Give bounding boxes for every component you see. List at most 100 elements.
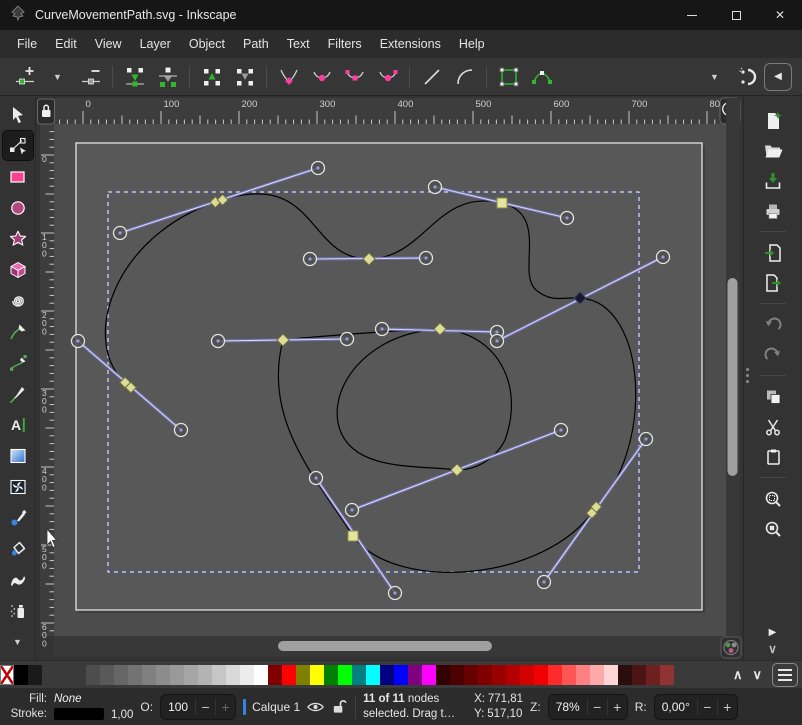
rotation-decrease-button[interactable]: − (697, 699, 717, 715)
color-swatch[interactable] (226, 665, 240, 685)
delete-segment-button[interactable] (228, 62, 261, 92)
menu-extensions[interactable]: Extensions (371, 32, 450, 56)
color-swatch[interactable] (380, 665, 394, 685)
color-swatch[interactable] (576, 665, 590, 685)
tool-ellipse[interactable] (3, 193, 33, 222)
tool-mesh[interactable] (3, 472, 33, 501)
color-swatch[interactable] (492, 665, 506, 685)
color-swatch[interactable] (646, 665, 660, 685)
tool-paint-bucket[interactable] (3, 534, 33, 563)
stroke-color-swatch[interactable] (54, 708, 104, 720)
color-swatch[interactable] (142, 665, 156, 685)
tool-spiral[interactable] (3, 286, 33, 315)
palette-scroll-up-icon[interactable]: ∧ (733, 667, 743, 683)
object-to-path-button[interactable] (492, 62, 525, 92)
tool-node-editor[interactable] (3, 131, 33, 160)
print-button[interactable] (758, 198, 788, 223)
snap-toggle-button[interactable] (731, 62, 764, 92)
layer-name[interactable]: Calque 1 (252, 700, 300, 714)
color-swatch[interactable] (422, 665, 436, 685)
menu-object[interactable]: Object (180, 32, 234, 56)
new-document-button[interactable] (758, 108, 788, 133)
color-swatch[interactable] (618, 665, 632, 685)
color-swatch[interactable] (114, 665, 128, 685)
color-swatch[interactable] (632, 665, 646, 685)
menu-view[interactable]: View (86, 32, 131, 56)
rotation-value[interactable]: 0,00° (655, 700, 697, 714)
menu-help[interactable]: Help (450, 32, 494, 56)
menu-path[interactable]: Path (234, 32, 278, 56)
swatch-none[interactable] (0, 665, 14, 685)
stroke-width-value[interactable]: 1,00 (111, 709, 133, 721)
line-segment-button[interactable] (415, 62, 448, 92)
opacity-value[interactable]: 100 (161, 700, 195, 714)
color-swatch[interactable] (604, 665, 618, 685)
delete-node-button[interactable] (74, 62, 107, 92)
tool-more[interactable]: ▼ (3, 627, 33, 656)
insert-node-button[interactable] (8, 62, 41, 92)
tool-selector[interactable] (3, 100, 33, 129)
tool-pencil[interactable] (3, 317, 33, 346)
minimize-button[interactable] (670, 0, 714, 30)
insert-node-options-button[interactable]: ▼ (41, 62, 74, 92)
rotation-increase-button[interactable]: + (717, 699, 737, 715)
chevron-down-icon[interactable]: ∨ (768, 642, 777, 656)
curve-segment-button[interactable] (448, 62, 481, 92)
color-swatch[interactable] (184, 665, 198, 685)
tool-gradient[interactable] (3, 441, 33, 470)
color-swatch[interactable] (128, 665, 142, 685)
color-swatch[interactable] (408, 665, 422, 685)
color-swatch[interactable] (590, 665, 604, 685)
color-swatch[interactable] (296, 665, 310, 685)
menu-layer[interactable]: Layer (131, 32, 180, 56)
path-node[interactable] (348, 531, 358, 541)
color-swatch[interactable] (28, 665, 42, 685)
smooth-node-button[interactable] (305, 62, 338, 92)
stroke-to-path-button[interactable] (525, 62, 558, 92)
fill-value[interactable]: None (54, 693, 82, 705)
layer-visibility-eye-icon[interactable] (306, 700, 325, 714)
zoom-value[interactable]: 78% (549, 700, 587, 714)
tool-rectangle[interactable] (3, 162, 33, 191)
palette-scroll-down-icon[interactable]: ∨ (752, 667, 762, 683)
tool-spray[interactable] (3, 596, 33, 625)
symmetric-node-button[interactable] (338, 62, 371, 92)
opacity-increase-button[interactable]: + (215, 699, 235, 715)
color-swatch[interactable] (660, 665, 674, 685)
menu-filters[interactable]: Filters (319, 32, 371, 56)
color-swatch[interactable] (548, 665, 562, 685)
palette-menu-button[interactable] (772, 663, 798, 687)
color-swatch[interactable] (212, 665, 226, 685)
canvas[interactable]: 0100200300400500600700800010020030040050… (36, 96, 743, 660)
export-button[interactable] (758, 270, 788, 295)
import-button[interactable] (758, 240, 788, 265)
cut-button[interactable] (758, 414, 788, 439)
tool-box-3d[interactable] (3, 255, 33, 284)
zoom-decrease-button[interactable]: − (587, 699, 607, 715)
color-swatch[interactable] (156, 665, 170, 685)
color-swatch[interactable] (14, 665, 28, 685)
corner-node-button[interactable] (272, 62, 305, 92)
color-swatch[interactable] (352, 665, 366, 685)
h-scrollbar-thumb[interactable] (278, 641, 492, 651)
menu-text[interactable]: Text (278, 32, 319, 56)
menu-edit[interactable]: Edit (46, 32, 86, 56)
color-swatch[interactable] (310, 665, 324, 685)
undo-button[interactable] (758, 312, 788, 337)
break-nodes-button[interactable] (195, 62, 228, 92)
menu-file[interactable]: File (8, 32, 46, 56)
tool-calligraphy[interactable] (3, 379, 33, 408)
ruler-horizontal[interactable] (54, 98, 722, 124)
v-scrollbar-thumb[interactable] (728, 278, 738, 476)
join-with-segment-button[interactable] (151, 62, 184, 92)
color-swatch[interactable] (520, 665, 534, 685)
redo-button[interactable] (758, 342, 788, 367)
tool-dropper[interactable] (3, 503, 33, 532)
color-swatch[interactable] (254, 665, 268, 685)
color-swatch[interactable] (198, 665, 212, 685)
collapse-panel-button[interactable]: ◀ (764, 63, 792, 91)
color-swatch[interactable] (86, 665, 100, 685)
color-swatch[interactable] (534, 665, 548, 685)
document-page[interactable] (76, 143, 702, 610)
auto-smooth-node-button[interactable] (371, 62, 404, 92)
